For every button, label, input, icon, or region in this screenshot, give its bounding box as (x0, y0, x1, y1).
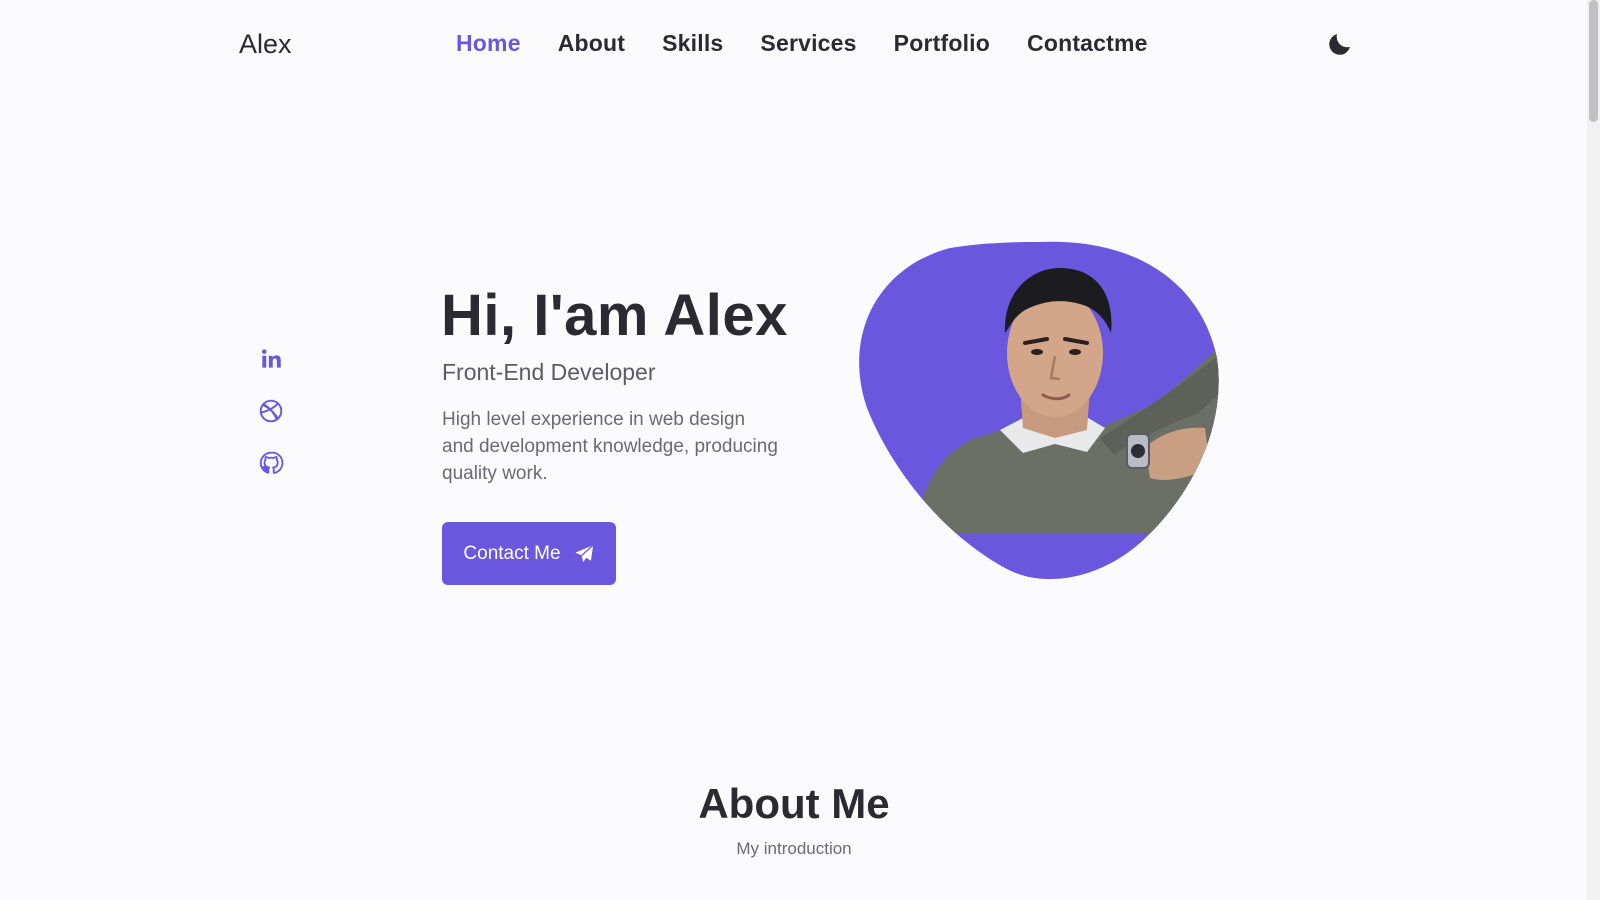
page-scrollbar[interactable] (1587, 0, 1600, 900)
nav-link-contactme[interactable]: Contactme (1027, 30, 1148, 57)
main-nav: Home About Skills Services Portfolio Con… (456, 30, 1148, 57)
about-section-title: About Me (698, 780, 890, 827)
nav-link-portfolio[interactable]: Portfolio (894, 30, 990, 57)
nav-link-skills[interactable]: Skills (662, 30, 723, 57)
nav-link-home[interactable]: Home (456, 30, 521, 57)
send-icon (574, 544, 594, 562)
about-section-subtitle: My introduction (736, 839, 852, 858)
github-icon[interactable] (258, 450, 284, 476)
contact-me-button-label: Contact Me (463, 542, 561, 564)
theme-toggle-button[interactable] (1326, 30, 1354, 58)
hero-description: High level experience in web design and … (442, 409, 778, 484)
page: Alex Home About Skills Services Portfoli… (0, 0, 1600, 900)
social-links (258, 346, 284, 476)
hero-subtitle: Front-End Developer (442, 359, 656, 385)
nav-link-services[interactable]: Services (760, 30, 856, 57)
contact-me-button[interactable]: Contact Me (442, 522, 616, 585)
moon-icon (1329, 34, 1350, 55)
hero-title: Hi, I'am Alex (441, 283, 788, 348)
linkedin-icon[interactable] (258, 346, 284, 372)
nav-link-about[interactable]: About (558, 30, 625, 57)
scrollbar-thumb[interactable] (1589, 0, 1598, 122)
profile-photo (859, 241, 1219, 580)
dribbble-icon[interactable] (258, 398, 284, 424)
site-logo[interactable]: Alex (239, 29, 292, 60)
